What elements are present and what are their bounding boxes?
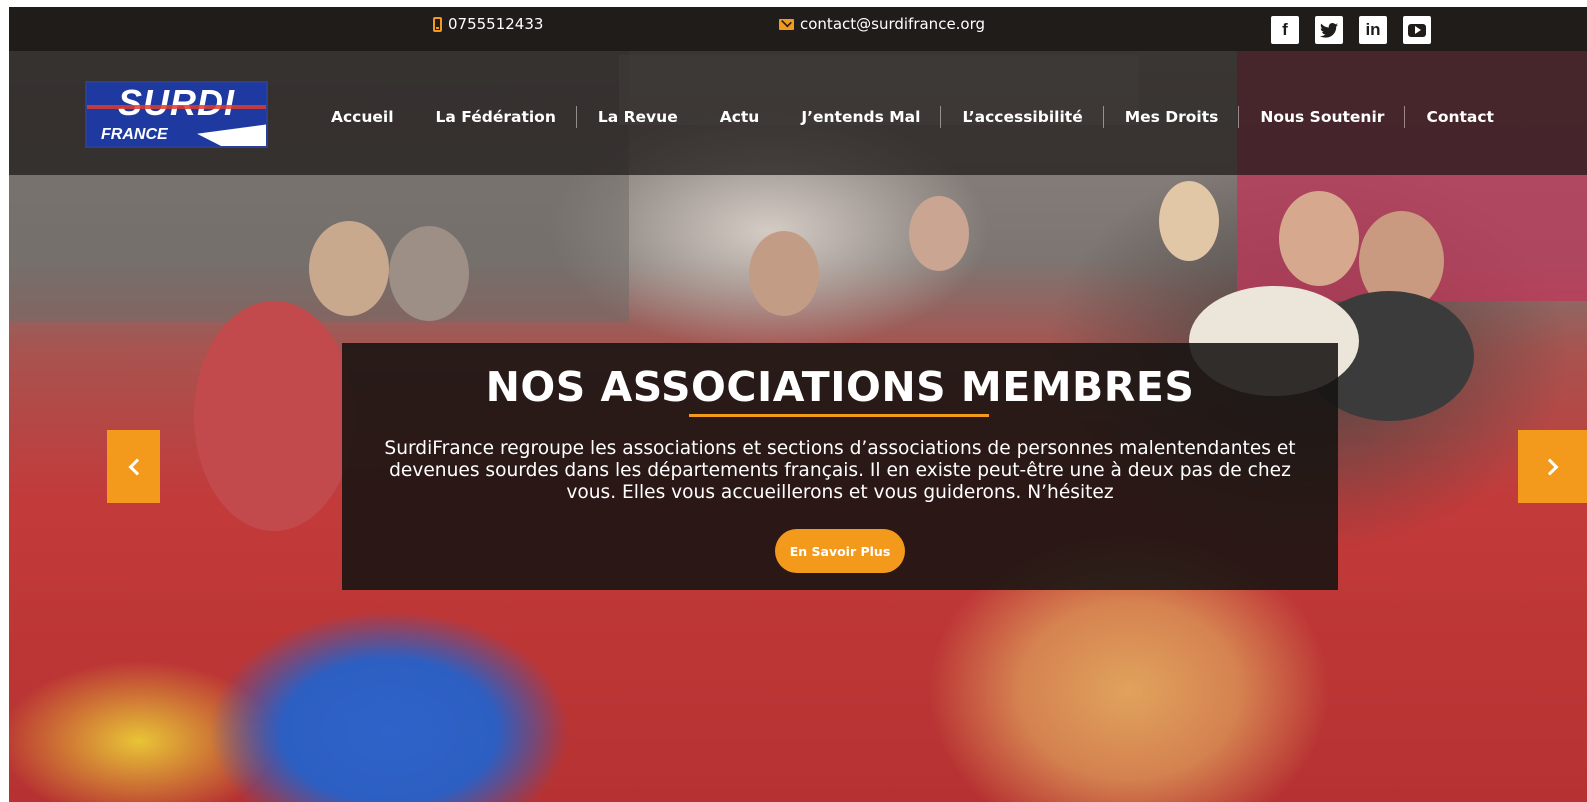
phone-contact[interactable]: 0755512433 bbox=[433, 15, 543, 33]
email-contact[interactable]: contact@surdifrance.org bbox=[779, 15, 985, 33]
slider-next-button[interactable] bbox=[1518, 430, 1587, 503]
surdifrance-logo[interactable]: SURDI FRANCE bbox=[85, 81, 268, 148]
nav-item-laccessibilite[interactable]: L’accessibilité bbox=[941, 106, 1105, 128]
youtube-icon[interactable] bbox=[1403, 16, 1431, 44]
hero-caption-box: NOS ASSOCIATIONS MEMBRES SurdiFrance reg… bbox=[342, 343, 1338, 590]
main-menu: Accueil La Fédération La Revue Actu J’en… bbox=[310, 103, 1515, 131]
chevron-left-icon bbox=[128, 458, 145, 475]
facebook-icon[interactable]: f bbox=[1271, 16, 1299, 44]
logo-sub-text: FRANCE bbox=[101, 126, 168, 143]
page: 0755512433 contact@surdifrance.org f in … bbox=[9, 7, 1587, 802]
logo-brand-text: SURDI bbox=[117, 82, 235, 123]
nav-item-mes-droits[interactable]: Mes Droits bbox=[1104, 106, 1240, 128]
slider-prev-button[interactable] bbox=[107, 430, 160, 503]
nav-item-la-revue[interactable]: La Revue bbox=[577, 108, 699, 126]
social-links: f in bbox=[1271, 16, 1431, 44]
hero-photo-person bbox=[309, 221, 389, 316]
hero-title: NOS ASSOCIATIONS MEMBRES bbox=[485, 363, 1195, 411]
hero-photo-person bbox=[1279, 191, 1359, 286]
hero-photo-person bbox=[389, 226, 469, 321]
logo-red-stripe bbox=[87, 105, 266, 109]
chevron-right-icon bbox=[1541, 458, 1558, 475]
nav-item-la-federation[interactable]: La Fédération bbox=[415, 106, 578, 128]
en-savoir-plus-button[interactable]: En Savoir Plus bbox=[775, 529, 905, 573]
logo-top-panel: SURDI bbox=[87, 83, 266, 123]
nav-item-actu[interactable]: Actu bbox=[699, 108, 781, 126]
hero-title-underline bbox=[689, 414, 989, 417]
linkedin-icon[interactable]: in bbox=[1359, 16, 1387, 44]
email-address: contact@surdifrance.org bbox=[800, 15, 986, 33]
phone-number: 0755512433 bbox=[448, 15, 544, 33]
hero-photo-person bbox=[909, 196, 969, 271]
nav-item-accueil[interactable]: Accueil bbox=[310, 108, 415, 126]
nav-item-jentends-mal[interactable]: J’entends Mal bbox=[780, 106, 942, 128]
main-navigation-bar: SURDI FRANCE Accueil La Fédération La Re… bbox=[9, 51, 1587, 175]
phone-icon bbox=[433, 16, 442, 32]
top-contact-bar: 0755512433 contact@surdifrance.org f in bbox=[9, 7, 1587, 51]
nav-item-contact[interactable]: Contact bbox=[1405, 108, 1515, 126]
hero-photo-person bbox=[194, 301, 354, 531]
hero-photo-person bbox=[749, 231, 819, 316]
twitter-bird-glyph bbox=[1320, 22, 1338, 38]
envelope-icon bbox=[779, 18, 794, 30]
twitter-icon[interactable] bbox=[1315, 16, 1343, 44]
hero-description: SurdiFrance regroupe les associations et… bbox=[384, 438, 1296, 503]
nav-item-nous-soutenir[interactable]: Nous Soutenir bbox=[1239, 106, 1406, 128]
hero-photo-person bbox=[1159, 181, 1219, 261]
